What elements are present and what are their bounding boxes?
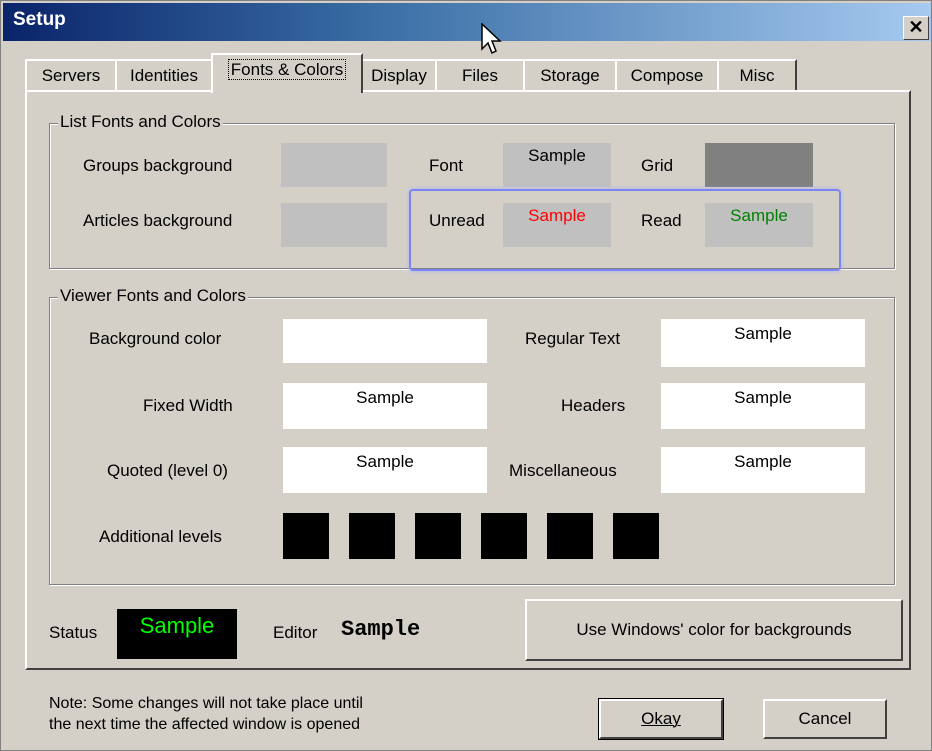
headers-sample[interactable]: Sample <box>661 383 865 429</box>
groups-background-label: Groups background <box>83 156 233 175</box>
tab-storage[interactable]: Storage <box>523 59 617 91</box>
level-1-swatch[interactable] <box>283 513 329 559</box>
additional-levels-label: Additional levels <box>99 527 222 546</box>
mouse-cursor-icon <box>481 23 502 55</box>
font-sample[interactable]: Sample <box>503 143 611 187</box>
grid-label: Grid <box>641 156 674 175</box>
editor-label: Editor <box>273 623 318 642</box>
level-6-swatch[interactable] <box>613 513 659 559</box>
miscellaneous-sample[interactable]: Sample <box>661 447 865 493</box>
articles-background-swatch[interactable] <box>281 203 387 247</box>
background-color-label: Background color <box>89 329 222 348</box>
fixed-width-sample[interactable]: Sample <box>283 383 487 429</box>
quoted-sample[interactable]: Sample <box>283 447 487 493</box>
grid-swatch[interactable] <box>705 143 813 187</box>
viewer-fonts-group-title: Viewer Fonts and Colors <box>58 286 248 306</box>
regular-text-label: Regular Text <box>525 329 621 348</box>
headers-label: Headers <box>561 396 626 415</box>
tab-servers[interactable]: Servers <box>25 59 117 91</box>
okay-button[interactable]: Okay <box>598 698 724 740</box>
editor-sample[interactable]: Sample <box>341 617 420 642</box>
cancel-button[interactable]: Cancel <box>763 699 887 739</box>
window-title: Setup <box>13 9 66 30</box>
tab-files[interactable]: Files <box>435 59 525 91</box>
status-sample[interactable]: Sample <box>117 609 237 659</box>
tab-identities[interactable]: Identities <box>115 59 213 91</box>
miscellaneous-label: Miscellaneous <box>509 461 617 480</box>
quoted-level0-label: Quoted (level 0) <box>107 461 228 480</box>
setup-dialog: Setup ✕ Servers Identities Fonts & Color… <box>0 0 932 751</box>
background-color-swatch[interactable] <box>283 319 487 363</box>
level-2-swatch[interactable] <box>349 513 395 559</box>
fixed-width-label: Fixed Width <box>143 396 233 415</box>
list-fonts-group-title: List Fonts and Colors <box>58 112 223 132</box>
tab-compose[interactable]: Compose <box>615 59 719 91</box>
close-button[interactable]: ✕ <box>903 16 929 40</box>
tab-fonts-colors[interactable]: Fonts & Colors <box>211 53 363 93</box>
note-line-1: Note: Some changes will not take place u… <box>49 695 363 712</box>
level-5-swatch[interactable] <box>547 513 593 559</box>
note-text: Note: Some changes will not take place u… <box>49 693 469 735</box>
selection-highlight <box>409 189 841 271</box>
tab-display[interactable]: Display <box>361 59 437 91</box>
tab-misc[interactable]: Misc <box>717 59 797 91</box>
close-icon: ✕ <box>908 17 924 37</box>
font-label: Font <box>429 156 464 175</box>
status-label: Status <box>49 623 98 642</box>
note-line-2: the next time the affected window is ope… <box>49 716 361 733</box>
title-bar[interactable]: Setup ✕ <box>3 3 931 41</box>
level-4-swatch[interactable] <box>481 513 527 559</box>
use-windows-colors-button[interactable]: Use Windows' color for backgrounds <box>525 599 903 661</box>
articles-background-label: Articles background <box>83 211 233 230</box>
groups-background-swatch[interactable] <box>281 143 387 187</box>
regular-text-sample[interactable]: Sample <box>661 319 865 367</box>
level-3-swatch[interactable] <box>415 513 461 559</box>
